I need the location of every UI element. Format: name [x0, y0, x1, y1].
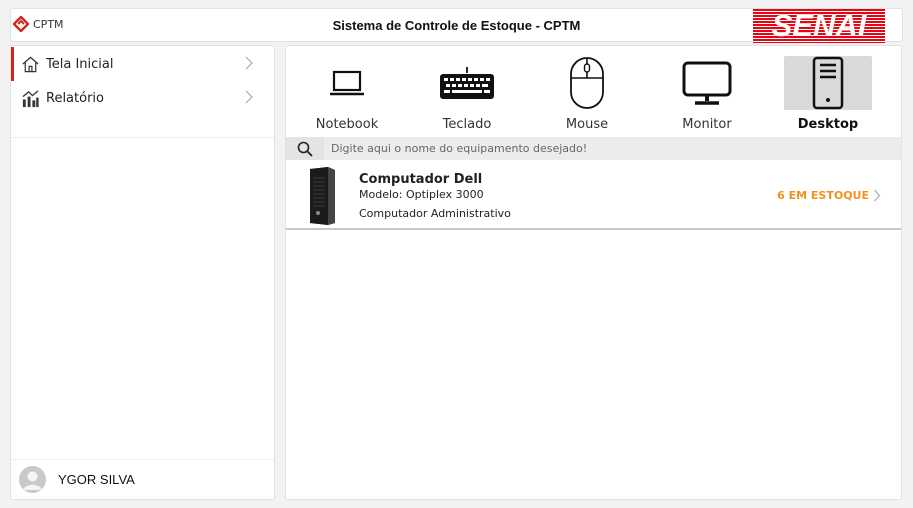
user-profile[interactable]: YGOR SILVA [11, 459, 274, 499]
category-label: Monitor [682, 117, 732, 132]
divider [11, 137, 274, 138]
stock-badge[interactable]: 6 EM ESTOQUE [777, 189, 881, 202]
keyboard-icon [440, 67, 494, 99]
search-bar [286, 137, 901, 160]
search-button[interactable] [286, 137, 324, 160]
item-department: Computador Administrativo [359, 207, 511, 220]
sidebar-item-tela-inicial[interactable]: Tela Inicial [11, 47, 274, 81]
category-teclado[interactable]: Teclado [422, 56, 512, 138]
category-desktop[interactable]: Desktop [783, 56, 873, 138]
item-name: Computador Dell [359, 172, 483, 187]
category-notebook[interactable]: Notebook [302, 56, 392, 138]
mouse-icon [570, 57, 604, 109]
chevron-right-icon [245, 56, 253, 70]
category-label: Notebook [315, 117, 379, 132]
desktop-tower-icon [812, 56, 844, 110]
report-chart-icon [22, 89, 39, 107]
sidebar: Tela Inicial Relatório YGOR SILVA [10, 45, 275, 500]
search-icon [297, 141, 313, 157]
category-bar: Notebook Teclado Mouse Monitor Desktop [286, 46, 901, 138]
category-monitor[interactable]: Monitor [662, 56, 752, 138]
home-icon [22, 56, 39, 72]
sidebar-item-relatorio[interactable]: Relatório [11, 81, 274, 115]
sidebar-item-label: Tela Inicial [46, 56, 114, 72]
user-avatar-icon [19, 466, 46, 493]
chevron-right-icon [245, 90, 253, 104]
chevron-right-icon [874, 189, 881, 202]
search-input[interactable] [324, 137, 901, 160]
main-panel: Notebook Teclado Mouse Monitor Desktop D… [285, 45, 902, 500]
senai-logo: SENAI [753, 9, 885, 43]
desktop-product-image [310, 167, 335, 225]
laptop-icon [330, 70, 364, 96]
category-label: Mouse [565, 117, 609, 132]
category-mouse[interactable]: Mouse [542, 56, 632, 138]
top-bar: CPTM Sistema de Controle de Estoque - CP… [10, 8, 903, 43]
category-label: Teclado [442, 117, 492, 132]
list-item[interactable]: Computador Dell Modelo: Optiplex 3000 Co… [286, 162, 901, 230]
monitor-icon [682, 61, 732, 105]
stock-label: 6 EM ESTOQUE [777, 189, 869, 202]
item-model: Modelo: Optiplex 3000 [359, 188, 484, 201]
user-name: YGOR SILVA [58, 472, 135, 487]
category-label: Desktop [797, 117, 859, 132]
sidebar-item-label: Relatório [46, 90, 104, 106]
